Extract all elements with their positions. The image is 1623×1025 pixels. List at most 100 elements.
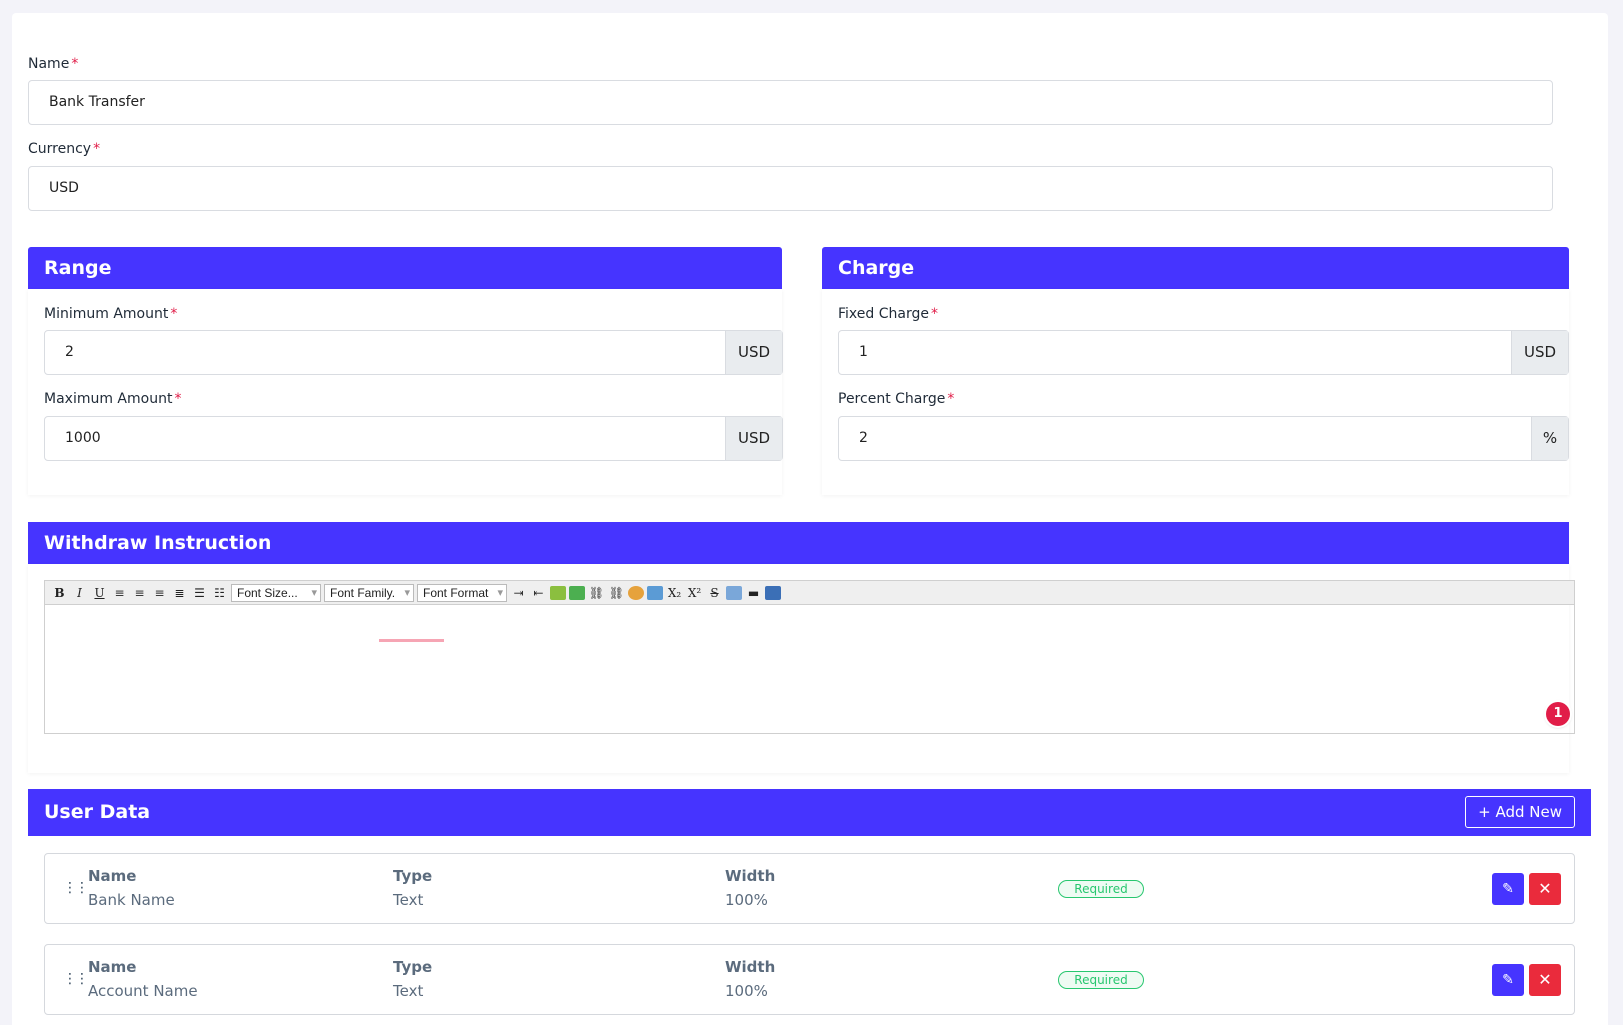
fixed-charge-label: Fixed Charge * bbox=[838, 306, 938, 322]
max-amount-unit: USD bbox=[725, 417, 782, 460]
pencil-icon: ✎ bbox=[1502, 881, 1514, 897]
max-amount-input[interactable]: 1000 bbox=[45, 417, 725, 460]
type-header: Type bbox=[393, 958, 433, 976]
table-row: ⋮⋮ Name Bank Name Type Text Width 100% R… bbox=[44, 853, 1575, 924]
ordered-list-icon[interactable]: ☰ bbox=[191, 584, 208, 602]
required-mark: * bbox=[170, 306, 178, 322]
unlink-icon[interactable]: ⛓ bbox=[608, 584, 625, 602]
name-label: Name * bbox=[28, 56, 78, 72]
percent-charge-input[interactable]: 2 bbox=[839, 417, 1531, 460]
currency-input[interactable]: USD bbox=[28, 166, 1553, 211]
underline-button[interactable]: U bbox=[91, 584, 108, 602]
subscript-button[interactable]: X₂ bbox=[666, 584, 683, 602]
currency-value: USD bbox=[49, 180, 79, 196]
horizontal-rule-icon[interactable]: ▬ bbox=[745, 584, 762, 602]
align-center-icon[interactable]: ≡ bbox=[131, 584, 148, 602]
type-column: Type Text bbox=[393, 867, 432, 909]
width-column: Width 100% bbox=[725, 867, 775, 909]
name-column: Name Bank Name bbox=[88, 867, 175, 909]
color-palette-icon[interactable] bbox=[628, 585, 644, 600]
align-right-icon[interactable]: ≡ bbox=[151, 584, 168, 602]
percent-charge-unit: % bbox=[1531, 417, 1568, 460]
image-icon[interactable] bbox=[550, 585, 566, 600]
fixed-charge-label-text: Fixed Charge bbox=[838, 306, 929, 322]
outdent-icon[interactable]: ⇤ bbox=[530, 584, 547, 602]
required-mark: * bbox=[930, 306, 938, 322]
currency-label-text: Currency bbox=[28, 141, 92, 157]
min-amount-group: 2 USD bbox=[44, 330, 783, 375]
user-data-panel-header: User Data + Add New bbox=[28, 789, 1591, 836]
range-title: Range bbox=[44, 257, 112, 279]
user-data-title: User Data bbox=[44, 801, 151, 823]
status-badge: Required bbox=[1058, 971, 1144, 989]
editor-content-area[interactable]: 1 bbox=[45, 605, 1574, 732]
delete-button[interactable]: ✕ bbox=[1529, 873, 1561, 905]
delete-button[interactable]: ✕ bbox=[1529, 964, 1561, 996]
percent-charge-label: Percent Charge * bbox=[838, 391, 954, 407]
fixed-charge-group: 1 USD bbox=[838, 330, 1569, 375]
min-amount-label: Minimum Amount * bbox=[44, 306, 177, 322]
align-justify-icon[interactable]: ≣ bbox=[171, 584, 188, 602]
link-icon[interactable]: ⛓ bbox=[588, 584, 605, 602]
unordered-list-icon[interactable]: ☷ bbox=[211, 584, 228, 602]
required-mark: * bbox=[174, 391, 182, 407]
font-size-select[interactable]: Font Size... bbox=[231, 583, 321, 602]
required-mark: * bbox=[71, 56, 79, 72]
fixed-charge-unit: USD bbox=[1511, 331, 1568, 374]
name-header: Name bbox=[88, 958, 137, 976]
max-amount-label: Maximum Amount * bbox=[44, 391, 181, 407]
instruction-panel-header: Withdraw Instruction bbox=[28, 522, 1569, 564]
required-mark: * bbox=[947, 391, 955, 407]
width-column: Width 100% bbox=[725, 958, 775, 1000]
editor-toolbar: B I U ≡ ≡ ≡ ≣ ☰ ☷ Font Size... Font Fami… bbox=[45, 581, 1574, 605]
drag-handle-icon[interactable]: ⋮⋮ bbox=[63, 971, 89, 987]
name-column: Name Account Name bbox=[88, 958, 198, 1000]
min-amount-input[interactable]: 2 bbox=[45, 331, 725, 374]
currency-label: Currency * bbox=[28, 141, 100, 157]
required-mark: * bbox=[93, 141, 101, 157]
name-value: Bank Name bbox=[88, 891, 175, 909]
edit-button[interactable]: ✎ bbox=[1492, 873, 1524, 905]
name-header: Name bbox=[88, 867, 137, 885]
superscript-button[interactable]: X² bbox=[686, 584, 703, 602]
rich-text-editor: B I U ≡ ≡ ≡ ≣ ☰ ☷ Font Size... Font Fami… bbox=[44, 580, 1575, 734]
table-row: ⋮⋮ Name Account Name Type Text Width 100… bbox=[44, 944, 1575, 1015]
pencil-icon: ✎ bbox=[1502, 972, 1514, 988]
insert-image-icon[interactable] bbox=[569, 585, 585, 600]
html-source-icon[interactable] bbox=[765, 585, 781, 600]
name-value: Account Name bbox=[88, 982, 198, 1000]
font-family-select[interactable]: Font Family. bbox=[324, 583, 414, 602]
instruction-title: Withdraw Instruction bbox=[44, 532, 272, 554]
charge-title: Charge bbox=[838, 257, 915, 279]
percent-charge-label-text: Percent Charge bbox=[838, 391, 946, 407]
type-header: Type bbox=[393, 867, 433, 885]
max-amount-group: 1000 USD bbox=[44, 416, 783, 461]
plus-icon: + bbox=[1478, 803, 1491, 821]
font-format-select[interactable]: Font Format bbox=[417, 583, 507, 602]
bold-button[interactable]: B bbox=[51, 584, 68, 602]
name-label-text: Name bbox=[28, 56, 70, 72]
edit-html-icon[interactable] bbox=[647, 585, 663, 600]
status-badge: Required bbox=[1058, 880, 1144, 898]
charge-panel-header: Charge bbox=[822, 247, 1569, 289]
indent-icon[interactable]: ⇥ bbox=[510, 584, 527, 602]
add-new-button[interactable]: + Add New bbox=[1465, 796, 1575, 828]
width-header: Width bbox=[725, 867, 776, 885]
close-icon: ✕ bbox=[1538, 879, 1552, 898]
italic-button[interactable]: I bbox=[71, 584, 88, 602]
remove-format-icon[interactable] bbox=[726, 585, 742, 600]
name-value: Bank Transfer bbox=[49, 94, 145, 110]
drag-handle-icon[interactable]: ⋮⋮ bbox=[63, 880, 89, 896]
strikethrough-button[interactable]: S bbox=[706, 584, 723, 602]
name-input[interactable]: Bank Transfer bbox=[28, 80, 1553, 125]
width-value: 100% bbox=[725, 891, 768, 909]
type-column: Type Text bbox=[393, 958, 432, 1000]
min-amount-label-text: Minimum Amount bbox=[44, 306, 169, 322]
close-icon: ✕ bbox=[1538, 970, 1552, 989]
align-left-icon[interactable]: ≡ bbox=[111, 584, 128, 602]
edit-button[interactable]: ✎ bbox=[1492, 964, 1524, 996]
type-value: Text bbox=[393, 982, 424, 1000]
width-header: Width bbox=[725, 958, 776, 976]
fixed-charge-input[interactable]: 1 bbox=[839, 331, 1511, 374]
notification-badge[interactable]: 1 bbox=[1546, 702, 1570, 726]
